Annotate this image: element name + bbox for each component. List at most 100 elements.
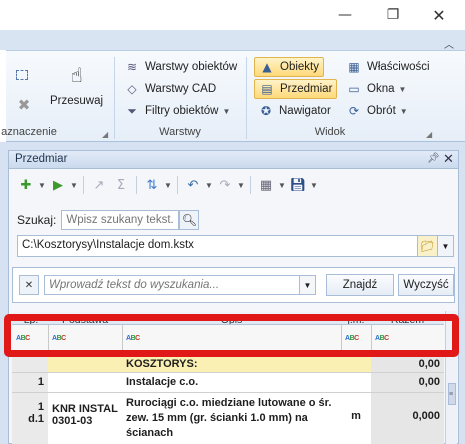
chevron-down-icon[interactable]: ▼ (309, 181, 319, 190)
chevron-down-icon: ▼ (441, 241, 450, 251)
sort-icon[interactable]: ⇅ (141, 174, 163, 196)
highlight-annotation (4, 314, 459, 357)
objects-icon: ▲ (262, 60, 272, 74)
insert-icon[interactable]: ▶ (47, 174, 69, 196)
chevron-down-icon[interactable]: ▼ (204, 181, 214, 190)
cell-lp (12, 355, 48, 372)
object-filters-label: Filtry obiektów (145, 105, 219, 117)
estimate-panel: Przedmiar 📌︎ ✕ ✚ ▼ ▶ ▼ ↗ Σ ⇅ ▼ ↶ ▼ ↷ ▼ ▦… (8, 150, 459, 444)
undo-icon[interactable]: ↶ (182, 174, 204, 196)
move-button[interactable]: ☝ Przesuwaj (50, 63, 103, 117)
sum-icon[interactable]: Σ (110, 174, 132, 196)
filter-funnel-icon: ⏷ (127, 103, 137, 118)
cell-razem: 0,00 (371, 373, 444, 392)
cad-layers-label: Warstwy CAD (145, 83, 217, 95)
delete-selection-button[interactable]: ✖ (16, 95, 37, 115)
file-path-row: C:\Kosztorysy\Instalacje dom.kstx 📁︎ ▼ (17, 235, 454, 257)
cell-razem: 0,00 (371, 355, 444, 372)
cell-lp: 1 d.1 (12, 393, 48, 444)
panel-title: Przedmiar (15, 153, 68, 165)
text-filter-box: ✕ ▼ Znajdź Wyczyść (12, 267, 455, 303)
rotation-button[interactable]: ⟳ Obrót ▼ (346, 101, 408, 121)
pin-icon[interactable]: 📌︎ (427, 153, 440, 164)
chevron-down-icon[interactable]: ▼ (277, 181, 287, 190)
ribbon: ✖ ☝ Przesuwaj aznaczenie ◢ ≋ Warstwy obi… (1, 50, 465, 142)
cell-podstawa (48, 355, 122, 372)
add-icon[interactable]: ✚ (15, 174, 37, 196)
file-path-field[interactable]: C:\Kosztorysy\Instalacje dom.kstx (17, 235, 418, 257)
scroll-grip-icon: ≡ (449, 391, 454, 398)
objects-label: Obiekty (280, 61, 319, 73)
chevron-down-icon: ▼ (399, 106, 408, 116)
toolbar-separator (83, 176, 84, 194)
search-button[interactable]: 🔍︎ (179, 210, 200, 230)
navigator-button[interactable]: ✪ Nawigator (258, 101, 331, 121)
dialog-launcher-icon[interactable]: ◢ (426, 130, 432, 139)
object-layers-label: Warstwy obiektów (145, 61, 238, 73)
cell-opis: Instalacje c.o. (122, 373, 341, 392)
search-label: Szukaj: (17, 213, 57, 227)
select-rect-icon (16, 70, 28, 80)
chevron-down-icon[interactable]: ▼ (69, 181, 79, 190)
cell-opis: KOSZTORYS: (122, 355, 341, 372)
chevron-down-icon: ▼ (398, 84, 407, 94)
windows-button[interactable]: ▭ Okna ▼ (346, 79, 406, 99)
search-icon: 🔍︎ (181, 213, 197, 227)
group-divider (114, 57, 115, 139)
select-rect-button[interactable] (16, 65, 33, 85)
table-row[interactable]: KOSZTORYS: 0,00 (12, 355, 444, 373)
ribbon-collapse-icon[interactable]: ︿ (444, 36, 454, 51)
cell-podstawa (48, 373, 122, 392)
cell-jm: m (341, 393, 371, 444)
minimize-button[interactable]: — (330, 3, 360, 27)
toolbar-separator (250, 176, 251, 194)
calculator-icon[interactable]: ▦ (255, 174, 277, 196)
cell-razem: 0,000 (371, 393, 444, 444)
search-input[interactable] (61, 210, 180, 230)
redo-icon[interactable]: ↷ (214, 174, 236, 196)
close-window-button[interactable]: ✕ (424, 3, 454, 27)
chevron-down-icon: ▼ (303, 280, 312, 290)
chevron-down-icon[interactable]: ▼ (163, 181, 173, 190)
cad-layers-icon: ◇ (127, 82, 137, 96)
estimate-button[interactable]: ▤ Przedmiar (254, 79, 338, 99)
file-path-dropdown[interactable]: ▼ (438, 235, 454, 257)
rotation-icon: ⟳ (348, 104, 360, 118)
layers-icon: ≋ (126, 60, 138, 74)
chevron-down-icon: ▼ (222, 106, 231, 116)
estimate-document-icon: ▤ (261, 82, 273, 96)
clear-button[interactable]: Wyczyść (398, 274, 454, 296)
find-button[interactable]: Znajdź (326, 274, 394, 296)
navigator-compass-icon: ✪ (260, 104, 272, 118)
clear-filter-button[interactable]: ✕ (19, 275, 39, 295)
object-layers-button[interactable]: ≋ Warstwy obiektów (124, 57, 237, 77)
maximize-button[interactable]: ❐ (378, 3, 408, 27)
properties-button[interactable]: ▦ Właściwości (346, 57, 429, 77)
windows-label: Okna (367, 83, 395, 95)
move-up-icon[interactable]: ↗ (88, 174, 110, 196)
dialog-launcher-icon[interactable]: ◢ (102, 130, 108, 139)
ribbon-tab-strip (0, 30, 465, 50)
save-icon[interactable]: 💾︎ (287, 174, 309, 196)
cell-podstawa: KNR INSTAL 0301-03 (48, 393, 122, 444)
rotation-label: Obrót (367, 105, 396, 117)
cell-jm (341, 373, 371, 392)
cad-layers-button[interactable]: ◇ Warstwy CAD (124, 79, 216, 99)
panel-close-icon[interactable]: ✕ (443, 151, 454, 167)
cell-jm (341, 355, 371, 372)
search-row: Szukaj: 🔍︎ (17, 209, 200, 231)
objects-button[interactable]: ▲ Obiekty (254, 57, 324, 77)
table-row[interactable]: 1 Instalacje c.o. 0,00 (12, 373, 444, 393)
object-filters-button[interactable]: ⏷ Filtry obiektów ▼ (124, 101, 230, 121)
move-label: Przesuwaj (50, 95, 104, 107)
panel-header: Przedmiar (9, 151, 458, 169)
chevron-down-icon[interactable]: ▼ (236, 181, 246, 190)
filter-dropdown[interactable]: ▼ (300, 275, 316, 295)
close-icon: ✕ (432, 5, 446, 25)
chevron-down-icon[interactable]: ▼ (37, 181, 47, 190)
filter-text-input[interactable] (44, 275, 300, 295)
windows-icon: ▭ (348, 82, 360, 96)
folder-icon: 📁︎ (420, 239, 435, 253)
table-row[interactable]: 1 d.1 KNR INSTAL 0301-03 Rurociągi c.o. … (12, 393, 444, 444)
open-folder-button[interactable]: 📁︎ (418, 235, 438, 257)
